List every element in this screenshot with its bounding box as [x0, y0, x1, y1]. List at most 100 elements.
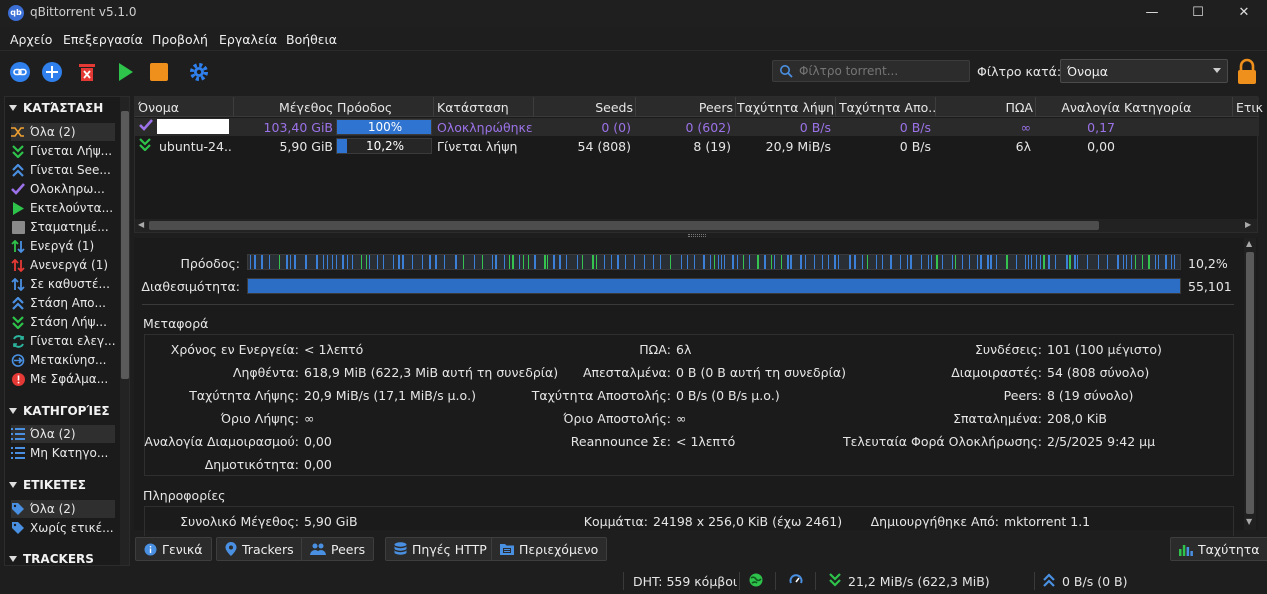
- start-button[interactable]: [113, 60, 137, 84]
- connection-status-icon[interactable]: [749, 573, 763, 587]
- close-button[interactable]: ✕: [1221, 0, 1267, 27]
- sidebar-status-item[interactable]: Όλα (2): [11, 123, 115, 141]
- col-size[interactable]: Μέγεθος: [279, 100, 333, 115]
- piece-mark: [383, 255, 384, 269]
- scrollbar-thumb[interactable]: [121, 111, 129, 379]
- col-tags[interactable]: Ετικ: [1236, 100, 1263, 115]
- download-icon: [11, 144, 25, 158]
- piece-mark: [1142, 255, 1143, 269]
- piece-mark: [634, 255, 635, 269]
- minimize-button[interactable]: —: [1129, 0, 1175, 27]
- col-category[interactable]: Κατηγορία: [1124, 100, 1191, 115]
- sidebar-status-item[interactable]: Ενεργά (1): [11, 237, 115, 255]
- piece-mark: [867, 255, 868, 269]
- piece-mark: [1040, 255, 1041, 269]
- menu-edit[interactable]: Επεξεργασία: [63, 32, 143, 47]
- search-input[interactable]: [799, 63, 965, 79]
- trackers-section-header[interactable]: TRACKERS: [9, 552, 94, 565]
- col-download-speed[interactable]: Ταχύτητα λήψης: [737, 100, 833, 115]
- tab-speed[interactable]: Ταχύτητα: [1170, 537, 1267, 561]
- tab-general[interactable]: Γενικά: [135, 537, 212, 561]
- piece-mark: [463, 255, 464, 269]
- table-horizontal-scrollbar[interactable]: ◀ ▶: [135, 219, 1257, 232]
- search-box[interactable]: [772, 60, 970, 82]
- add-torrent-button[interactable]: [40, 60, 64, 84]
- piece-mark: [512, 255, 514, 269]
- tab-http-sources[interactable]: Πηγές HTTP: [385, 537, 496, 561]
- error-icon: [11, 372, 25, 386]
- sidebar-status-item[interactable]: Στάση Απο...: [11, 294, 115, 312]
- sidebar-status-item[interactable]: Μετακίνησ...: [11, 351, 115, 369]
- tab-content[interactable]: Περιεχόμενο: [491, 537, 608, 561]
- scroll-down-icon[interactable]: ▼: [1246, 517, 1252, 526]
- piece-mark: [1131, 255, 1132, 269]
- options-button[interactable]: [187, 60, 211, 84]
- trash-icon: [79, 64, 95, 81]
- scrollbar-thumb[interactable]: [1246, 252, 1254, 514]
- speed-limit-icon[interactable]: [789, 573, 803, 587]
- remove-torrent-button[interactable]: [75, 60, 99, 84]
- piece-mark: [721, 255, 722, 269]
- tab-trackers[interactable]: Trackers: [216, 537, 303, 561]
- sidebar-status-item[interactable]: Σε καθυστέ...: [11, 275, 115, 293]
- stop-button[interactable]: [147, 60, 171, 84]
- scrollbar-thumb[interactable]: [149, 221, 1099, 230]
- col-progress[interactable]: Πρόοδος: [337, 100, 392, 115]
- sidebar-status-item[interactable]: Ολοκληρω...: [11, 180, 115, 198]
- menu-help[interactable]: Βοήθεια: [286, 32, 337, 47]
- col-eta[interactable]: ΠΩΑ: [937, 100, 1033, 115]
- transfer-label: Peers:: [1003, 388, 1042, 403]
- sidebar-status-item[interactable]: Γίνεται See...: [11, 161, 115, 179]
- tags-section-header[interactable]: ΕΤΙΚΕΤΕΣ: [9, 478, 86, 492]
- col-name[interactable]: Όνομα: [138, 100, 179, 115]
- table-row[interactable]: 103,40 GiB Ολοκληρώθηκε 0 (0) 0 (602) 0 B/s 0…: [135, 118, 1259, 136]
- splitter-handle[interactable]: [688, 234, 706, 237]
- sidebar-status-item[interactable]: Σταματημέ...: [11, 218, 115, 236]
- gear-icon: [190, 63, 208, 81]
- piece-mark: [1107, 255, 1108, 269]
- piece-mark: [342, 255, 344, 269]
- piece-mark: [732, 255, 734, 269]
- piece-mark: [528, 255, 529, 269]
- tab-peers[interactable]: Peers: [301, 537, 375, 561]
- filter-select[interactable]: Όνομα: [1060, 59, 1228, 83]
- tag-item-untagged[interactable]: Χωρίς ετικέ...: [11, 519, 115, 537]
- scroll-left-icon[interactable]: ◀: [138, 220, 144, 229]
- piece-mark: [444, 255, 445, 269]
- scroll-right-icon[interactable]: ▶: [1245, 220, 1251, 229]
- piece-mark: [474, 255, 475, 269]
- sidebar-status-item[interactable]: Γίνεται Λήψ...: [11, 142, 115, 160]
- tag-item-all[interactable]: Όλα (2): [11, 500, 115, 518]
- sidebar-status-item[interactable]: Εκτελούντα...: [11, 199, 115, 217]
- status-section-header[interactable]: ΚΑΤΆΣΤΑΣΗ: [9, 101, 103, 115]
- category-item-uncategorized[interactable]: Μη Κατηγο...: [11, 444, 115, 462]
- sidebar-status-item[interactable]: Με Σφάλμα...: [11, 370, 115, 388]
- col-ratio[interactable]: Αναλογία: [1037, 100, 1120, 115]
- lock-icon[interactable]: [1236, 58, 1258, 86]
- category-item-all[interactable]: Όλα (2): [11, 425, 115, 443]
- scroll-up-icon[interactable]: ▲: [1246, 239, 1252, 248]
- col-seeds[interactable]: Seeds: [535, 100, 633, 115]
- sidebar-scrollbar[interactable]: [120, 97, 129, 565]
- col-status[interactable]: Κατάσταση: [437, 100, 509, 115]
- col-upload-speed[interactable]: Ταχύτητα Απο...: [839, 100, 935, 115]
- details-scrollbar[interactable]: ▲ ▼: [1244, 238, 1256, 530]
- sidebar-status-label: Μετακίνησ...: [30, 353, 107, 367]
- add-link-button[interactable]: [8, 60, 32, 84]
- piece-mark: [429, 255, 431, 269]
- cell-peers: 0 (602): [685, 120, 731, 135]
- window-title: qBittorrent v5.1.0: [30, 5, 137, 19]
- maximize-button[interactable]: ☐: [1175, 0, 1221, 27]
- menu-view[interactable]: Προβολή: [152, 32, 208, 47]
- sidebar-status-item[interactable]: Γίνεται ελεγ...: [11, 332, 115, 350]
- piece-mark: [743, 255, 744, 269]
- piece-mark: [361, 255, 362, 269]
- col-peers[interactable]: Peers: [637, 100, 733, 115]
- sidebar-status-item[interactable]: Στάση Λήψ...: [11, 313, 115, 331]
- categories-section-header[interactable]: ΚΑΤΗΓΟΡΊΕΣ: [9, 404, 110, 418]
- menu-tools[interactable]: Εργαλεία: [219, 32, 277, 47]
- sidebar-status-item[interactable]: Ανενεργά (1): [11, 256, 115, 274]
- menu-file[interactable]: Αρχείο: [10, 32, 52, 47]
- table-row[interactable]: ubuntu-24.... 5,90 GiB Γίνεται λήψη 54 (808…: [135, 137, 1259, 155]
- piece-mark: [534, 255, 536, 269]
